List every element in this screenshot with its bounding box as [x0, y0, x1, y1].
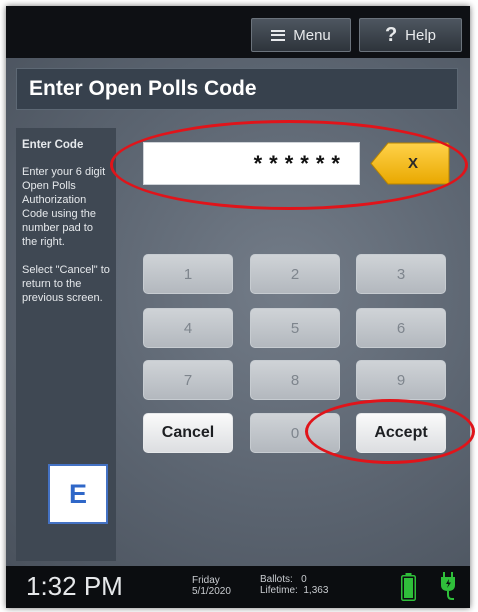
menu-button[interactable]: Menu: [251, 18, 351, 52]
key-9[interactable]: 9: [356, 360, 446, 400]
letter-badge: E: [48, 464, 108, 524]
menu-label: Menu: [293, 26, 331, 44]
hamburger-icon: [271, 29, 286, 41]
question-mark-icon: ?: [384, 24, 398, 46]
ballots-label: Ballots:: [260, 574, 293, 585]
battery-icon: [401, 573, 416, 601]
key-8[interactable]: 8: [250, 360, 340, 400]
key-3[interactable]: 3: [356, 254, 446, 294]
lifetime-label: Lifetime:: [260, 585, 298, 596]
lifetime-value: 1,363: [303, 585, 329, 596]
annotation-ring-accept: [305, 399, 475, 464]
ballot-counts: Ballots: 0 Lifetime: 1,363: [260, 574, 328, 596]
instruction-heading: Enter Code: [22, 139, 84, 151]
help-button[interactable]: ? Help: [359, 18, 462, 52]
lifetime-row: Lifetime: 1,363: [260, 585, 328, 596]
cancel-hint-text: Select "Cancel" to return to the previou…: [22, 264, 110, 304]
key-1[interactable]: 1: [143, 254, 233, 294]
help-label: Help: [405, 26, 437, 44]
clock-time: 1:32 PM: [26, 571, 123, 601]
date-block: Friday 5/1/2020: [192, 575, 231, 597]
instruction-text: Enter your 6 digit Open Polls Authorizat…: [22, 166, 106, 248]
key-2[interactable]: 2: [250, 254, 340, 294]
date-value: 5/1/2020: [192, 586, 231, 597]
cancel-button[interactable]: Cancel: [143, 413, 233, 453]
voting-device-screen: Menu ? Help Enter Open Polls Code Enter …: [6, 6, 470, 608]
key-7[interactable]: 7: [143, 360, 233, 400]
ballots-row: Ballots: 0: [260, 574, 328, 585]
page-title: Enter Open Polls Code: [29, 77, 257, 100]
key-4[interactable]: 4: [143, 308, 233, 348]
annotation-ring-code: [110, 120, 468, 210]
status-bar: 1:32 PM Friday 5/1/2020 Ballots: 0 Lifet…: [6, 566, 470, 608]
ballots-value: 0: [301, 574, 307, 585]
day-of-week: Friday: [192, 575, 220, 586]
power-plug-icon: [441, 572, 455, 600]
key-5[interactable]: 5: [250, 308, 340, 348]
top-bar: Menu ? Help: [6, 6, 470, 58]
title-bar: Enter Open Polls Code: [16, 68, 458, 110]
key-6[interactable]: 6: [356, 308, 446, 348]
